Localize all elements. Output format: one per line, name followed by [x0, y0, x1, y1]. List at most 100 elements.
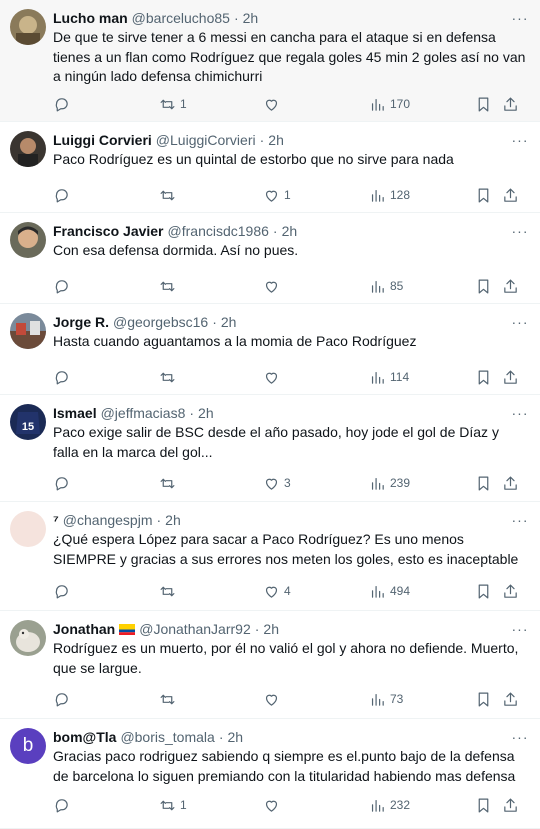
more-icon[interactable]: ··· — [510, 728, 530, 746]
like-button[interactable] — [263, 369, 284, 386]
bookmark-button[interactable] — [475, 369, 492, 386]
like-icon — [265, 478, 278, 490]
views-button[interactable]: 128 — [369, 187, 410, 204]
more-icon[interactable]: ··· — [510, 222, 530, 240]
share-button[interactable] — [502, 187, 519, 204]
author-name[interactable]: bom@Tla — [53, 729, 116, 745]
author-handle[interactable]: @JonathanJarr92 — [139, 621, 251, 637]
avatar[interactable] — [10, 511, 46, 547]
share-button[interactable] — [502, 691, 519, 708]
views-button[interactable]: 494 — [369, 583, 410, 600]
author-handle[interactable]: @boris_tomala — [120, 729, 214, 745]
bookmark-button[interactable] — [475, 96, 492, 113]
bookmark-button[interactable] — [475, 583, 492, 600]
reply-button[interactable] — [53, 691, 74, 708]
retweet-button[interactable]: 1 — [159, 797, 187, 814]
avatar[interactable] — [10, 9, 46, 45]
share-button[interactable] — [502, 797, 519, 814]
tweet[interactable]: Luiggi Corvieri @LuiggiCorvieri · 2h Pac… — [0, 122, 540, 213]
timestamp[interactable]: 2h — [227, 729, 243, 745]
timestamp[interactable]: 2h — [165, 512, 181, 528]
more-icon[interactable]: ··· — [510, 404, 530, 422]
views-button[interactable]: 114 — [369, 369, 409, 386]
share-button[interactable] — [502, 278, 519, 295]
timestamp[interactable]: 2h — [198, 405, 214, 421]
reply-button[interactable] — [53, 369, 74, 386]
like-button[interactable] — [263, 797, 284, 814]
avatar[interactable]: b — [10, 728, 46, 764]
views-icon — [371, 98, 384, 111]
like-button[interactable]: 4 — [263, 583, 291, 600]
retweet-button[interactable] — [159, 475, 180, 492]
tweet[interactable]: b bom@Tla @boris_tomala · 2h Gracias pac… — [0, 719, 540, 829]
like-button[interactable] — [263, 278, 284, 295]
author-handle[interactable]: @francisdc1986 — [168, 223, 269, 239]
views-button[interactable]: 85 — [369, 278, 403, 295]
author-handle[interactable]: @LuiggiCorvieri — [156, 132, 256, 148]
more-icon[interactable]: ··· — [510, 511, 530, 529]
retweet-button[interactable] — [159, 187, 180, 204]
reply-button[interactable] — [53, 583, 74, 600]
author-name[interactable]: ⁷ — [53, 512, 59, 528]
more-icon[interactable]: ··· — [510, 313, 530, 331]
share-icon — [504, 692, 517, 706]
retweet-button[interactable] — [159, 278, 180, 295]
reply-button[interactable] — [53, 96, 74, 113]
reply-button[interactable] — [53, 187, 74, 204]
views-button[interactable]: 232 — [369, 797, 410, 814]
retweet-button[interactable] — [159, 583, 180, 600]
timestamp[interactable]: 2h — [282, 223, 298, 239]
retweet-button[interactable]: 1 — [159, 96, 187, 113]
bookmark-button[interactable] — [475, 691, 492, 708]
author-handle[interactable]: @barcelucho85 — [132, 10, 230, 26]
views-button[interactable]: 73 — [369, 691, 403, 708]
author-name[interactable]: Jorge R. — [53, 314, 109, 330]
timestamp[interactable]: 2h — [268, 132, 284, 148]
bookmark-button[interactable] — [475, 475, 492, 492]
like-button[interactable]: 1 — [263, 187, 291, 204]
timestamp[interactable]: 2h — [221, 314, 237, 330]
author-name[interactable]: Luiggi Corvieri — [53, 132, 152, 148]
avatar[interactable]: 15 — [10, 404, 46, 440]
separator: · — [212, 314, 217, 330]
bookmark-button[interactable] — [475, 797, 492, 814]
author-name[interactable]: Jonathan — [53, 621, 115, 637]
author-name[interactable]: Lucho man — [53, 10, 128, 26]
share-button[interactable] — [502, 369, 519, 386]
author-name[interactable]: Ismael — [53, 405, 97, 421]
author-handle[interactable]: @jeffmacias8 — [101, 405, 186, 421]
retweet-button[interactable] — [159, 691, 180, 708]
tweet[interactable]: ⁷ @changespjm · 2h ¿Qué espera López par… — [0, 502, 540, 611]
more-icon[interactable]: ··· — [510, 9, 530, 27]
like-button[interactable] — [263, 691, 284, 708]
bookmark-button[interactable] — [475, 278, 492, 295]
timestamp[interactable]: 2h — [263, 621, 279, 637]
share-button[interactable] — [502, 475, 519, 492]
reply-button[interactable] — [53, 475, 74, 492]
share-button[interactable] — [502, 583, 519, 600]
author-handle[interactable]: @georgebsc16 — [113, 314, 208, 330]
more-icon[interactable]: ··· — [510, 131, 530, 149]
author-handle[interactable]: @changespjm — [63, 512, 153, 528]
reply-button[interactable] — [53, 278, 74, 295]
avatar[interactable] — [10, 313, 46, 349]
avatar[interactable] — [10, 222, 46, 258]
avatar[interactable] — [10, 131, 46, 167]
share-button[interactable] — [502, 96, 519, 113]
like-button[interactable]: 3 — [263, 475, 291, 492]
tweet[interactable]: 15 Ismael @jeffmacias8 · 2h Paco exige s… — [0, 395, 540, 502]
bookmark-button[interactable] — [475, 187, 492, 204]
like-button[interactable] — [263, 96, 284, 113]
avatar[interactable] — [10, 620, 46, 656]
more-icon[interactable]: ··· — [510, 620, 530, 638]
timestamp[interactable]: 2h — [243, 10, 259, 26]
views-button[interactable]: 170 — [369, 96, 410, 113]
tweet[interactable]: Jonathan @JonathanJarr92 · 2h Rodríguez … — [0, 611, 540, 719]
reply-button[interactable] — [53, 797, 74, 814]
retweet-button[interactable] — [159, 369, 180, 386]
author-name[interactable]: Francisco Javier — [53, 223, 164, 239]
tweet[interactable]: Lucho man @barcelucho85 · 2h De que te s… — [0, 0, 540, 122]
tweet[interactable]: Francisco Javier @francisdc1986 · 2h Con… — [0, 213, 540, 304]
tweet[interactable]: Jorge R. @georgebsc16 · 2h Hasta cuando … — [0, 304, 540, 395]
views-button[interactable]: 239 — [369, 475, 410, 492]
